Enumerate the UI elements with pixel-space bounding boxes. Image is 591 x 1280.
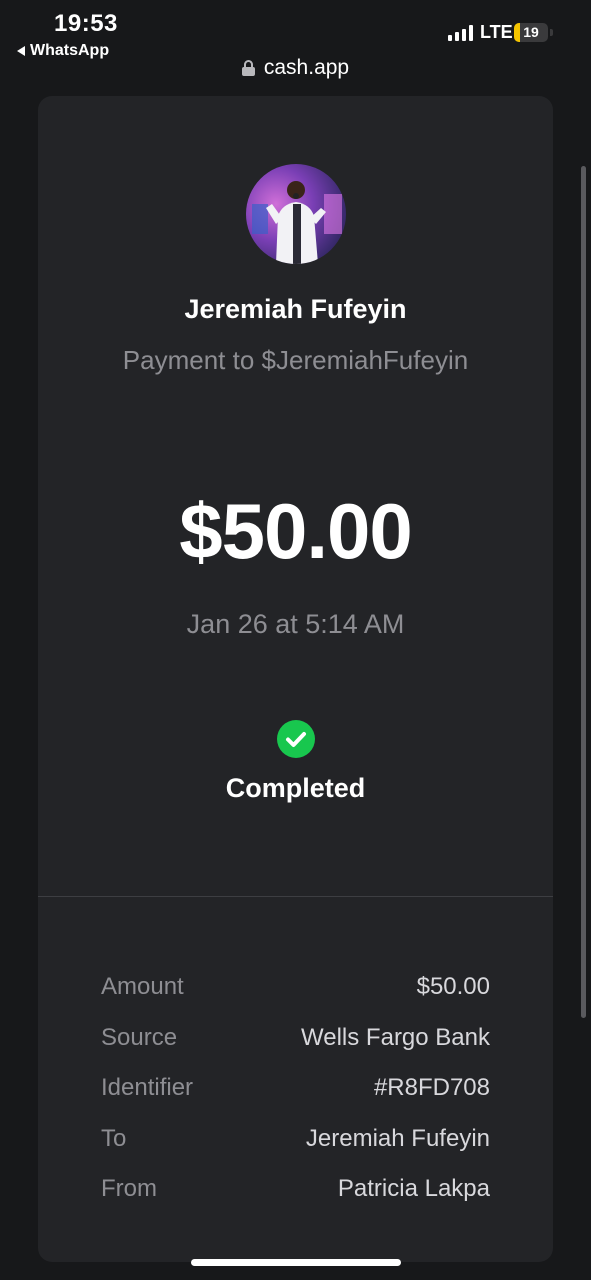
network-type: LTE <box>480 22 513 42</box>
check-circle-icon <box>277 720 315 758</box>
detail-label: Identifier <box>101 1074 194 1102</box>
address-bar[interactable]: cash.app <box>0 56 591 80</box>
detail-value: Patricia Lakpa <box>337 1175 490 1203</box>
url-text: cash.app <box>263 56 350 79</box>
detail-label: Source <box>101 1023 178 1051</box>
status-time: 19:53 <box>54 10 118 37</box>
detail-row-amount: Amount $50.00 <box>101 962 490 1013</box>
detail-value: Jeremiah Fufeyin <box>305 1124 490 1152</box>
lock-icon <box>241 60 255 76</box>
signal-bars-icon <box>448 25 473 41</box>
home-indicator[interactable] <box>191 1259 401 1266</box>
payment-subtitle: Payment to $JeremiahFufeyin <box>122 345 469 375</box>
payment-date: Jan 26 at 5:14 AM <box>186 609 405 639</box>
recipient-avatar <box>246 164 346 264</box>
detail-value: Wells Fargo Bank <box>301 1023 490 1051</box>
divider <box>38 896 553 897</box>
payment-status: Completed <box>225 773 366 803</box>
detail-row-identifier: Identifier #R8FD708 <box>101 1063 490 1114</box>
receipt-card: Jeremiah Fufeyin Payment to $JeremiahFuf… <box>38 96 553 1262</box>
details-list: Amount $50.00 Source Wells Fargo Bank Id… <box>101 962 490 1215</box>
detail-value: #R8FD708 <box>373 1074 490 1102</box>
detail-label: Amount <box>101 973 184 1001</box>
detail-value: $50.00 <box>416 973 490 1001</box>
detail-label: From <box>101 1175 157 1203</box>
back-arrow-icon <box>17 46 25 56</box>
detail-row-source: Source Wells Fargo Bank <box>101 1013 490 1064</box>
battery-level: 19 <box>523 24 539 40</box>
detail-row-to: To Jeremiah Fufeyin <box>101 1114 490 1165</box>
detail-row-from: From Patricia Lakpa <box>101 1164 490 1215</box>
screen: 19:53 WhatsApp LTE 19 cash.app Jeremiah … <box>0 0 591 1280</box>
payment-amount: $50.00 <box>179 487 413 575</box>
status-bar: 19:53 WhatsApp LTE 19 cash.app <box>0 0 591 96</box>
scrollbar[interactable] <box>581 166 586 1018</box>
battery-nub <box>550 29 553 36</box>
detail-label: To <box>101 1124 127 1152</box>
recipient-name: Jeremiah Fufeyin <box>184 294 407 324</box>
battery-icon: 19 <box>514 23 548 42</box>
